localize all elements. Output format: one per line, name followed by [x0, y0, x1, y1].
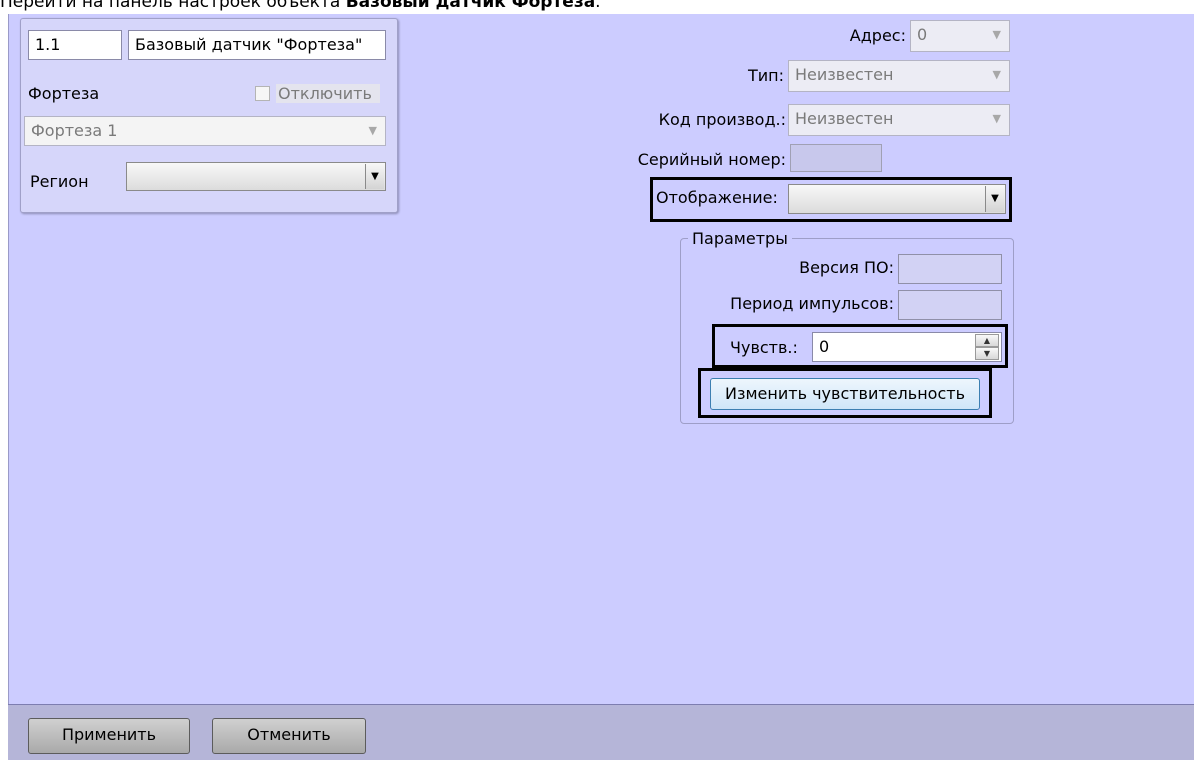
type-select-value: Неизвестен [795, 65, 894, 84]
sensitivity-input[interactable]: 0 [812, 332, 1002, 362]
manufacturer-select: Неизвестен ▼ [788, 104, 1010, 136]
disable-checkbox[interactable] [255, 86, 270, 101]
disable-label: Отключить [276, 84, 380, 103]
manufacturer-label: Код производ.: [658, 110, 786, 129]
type-select: Неизвестен ▼ [788, 60, 1010, 92]
parent-select-value: Фортеза 1 [31, 121, 118, 140]
firmware-field [898, 254, 1002, 284]
serial-label: Серийный номер: [637, 150, 786, 169]
parent-select: Фортеза 1 ▼ [24, 116, 386, 146]
pulse-period-label: Период импульсов: [730, 294, 894, 313]
chevron-down-icon[interactable]: ▼ [365, 164, 384, 189]
chevron-down-icon: ▼ [368, 124, 377, 137]
object-name-field[interactable]: Базовый датчик "Фортеза" [128, 30, 386, 60]
manufacturer-select-value: Неизвестен [795, 109, 894, 128]
chevron-down-icon: ▼ [992, 112, 1001, 125]
display-select[interactable]: ▼ [788, 184, 1006, 214]
chevron-down-icon[interactable]: ▼ [985, 186, 1004, 212]
chevron-up-icon[interactable]: ▲ [975, 334, 999, 347]
object-id-field[interactable]: 1.1 [28, 30, 122, 60]
caption-prefix: Перейти на панель настроек объекта [0, 0, 346, 12]
chevron-down-icon[interactable]: ▼ [975, 347, 999, 360]
region-select[interactable]: ▼ [126, 162, 386, 191]
parameters-legend: Параметры [688, 229, 792, 248]
sensitivity-label: Чувств.: [730, 338, 798, 357]
chevron-down-icon: ▼ [992, 68, 1001, 81]
serial-field [790, 144, 882, 172]
cancel-button[interactable]: Отменить [212, 718, 366, 754]
firmware-label: Версия ПО: [799, 258, 894, 277]
display-label: Отображение: [656, 188, 778, 207]
chevron-down-icon: ▼ [992, 28, 1001, 41]
instruction-caption: Перейти на панель настроек объекта Базов… [0, 0, 601, 12]
address-select: 0 ▼ [910, 20, 1010, 52]
address-select-value: 0 [917, 25, 928, 44]
type-label: Тип: [747, 66, 784, 85]
caption-object-name: Базовый датчик Фортеза [345, 0, 596, 12]
pulse-period-field [898, 290, 1002, 320]
caption-suffix: . [595, 0, 601, 12]
region-label: Регион [30, 172, 89, 191]
parent-label: Фортеза [28, 84, 100, 103]
apply-button[interactable]: Применить [28, 718, 190, 754]
change-sensitivity-button[interactable]: Изменить чувствительность [710, 378, 980, 410]
address-label: Адрес: [849, 26, 906, 45]
